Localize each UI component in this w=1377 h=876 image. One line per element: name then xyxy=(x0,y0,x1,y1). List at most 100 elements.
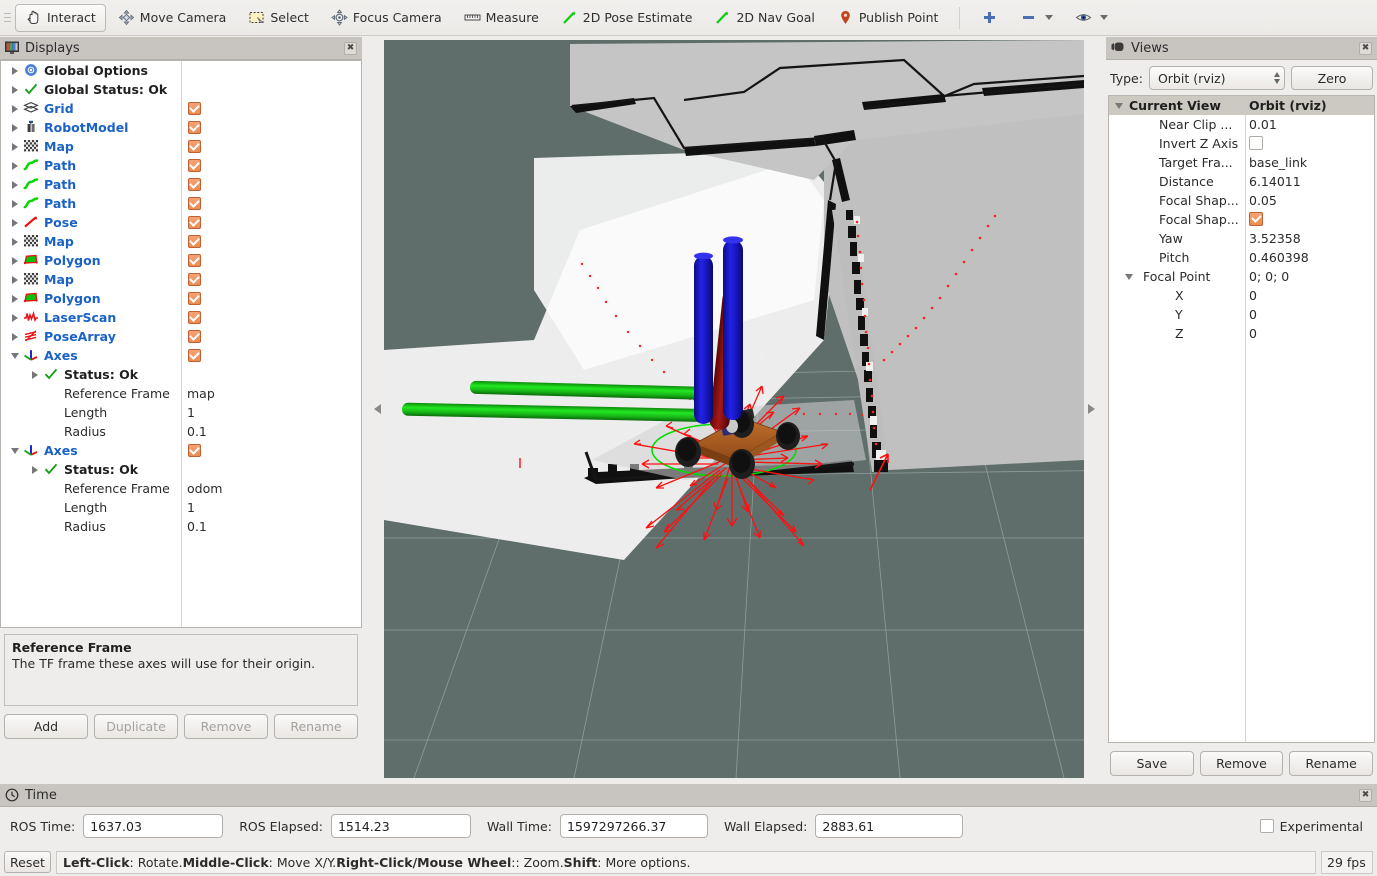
expander-icon[interactable] xyxy=(7,237,23,246)
view-property-value[interactable]: 0.460398 xyxy=(1249,250,1309,265)
view-property-row[interactable]: Focal Shap... 0.05 xyxy=(1109,191,1374,210)
expander-icon[interactable] xyxy=(7,123,23,132)
display-tree-row[interactable]: Reference Frame map xyxy=(1,384,361,403)
display-tree-row[interactable]: Status: Ok xyxy=(1,460,361,479)
expander-icon[interactable] xyxy=(7,332,23,341)
display-tree-row[interactable]: Reference Frame odom xyxy=(1,479,361,498)
display-tree-row[interactable]: Axes xyxy=(1,346,361,365)
display-tree-row[interactable]: Radius 0.1 xyxy=(1,422,361,441)
view-property-value[interactable]: 0.01 xyxy=(1249,117,1277,132)
view-property-value[interactable]: 0 xyxy=(1249,288,1257,303)
add-view-button[interactable] xyxy=(971,4,1008,32)
add-display-button[interactable]: Add xyxy=(4,714,88,739)
view-property-value[interactable]: base_link xyxy=(1249,155,1307,170)
display-tree-row-value[interactable]: 1 xyxy=(187,405,195,420)
display-enabled-checkbox[interactable] xyxy=(188,330,201,343)
display-tree-row-value[interactable]: 0.1 xyxy=(187,519,207,534)
spinner-icon[interactable] xyxy=(1274,72,1280,84)
display-enabled-checkbox[interactable] xyxy=(188,216,201,229)
view-property-row[interactable]: Distance 6.14011 xyxy=(1109,172,1374,191)
expander-icon[interactable] xyxy=(7,104,23,113)
display-tree-row[interactable]: Grid xyxy=(1,99,361,118)
display-tree-row[interactable]: RobotModel xyxy=(1,118,361,137)
chevron-down-icon[interactable] xyxy=(1100,15,1109,20)
display-tree-row[interactable]: Polygon xyxy=(1,289,361,308)
expander-icon[interactable] xyxy=(1109,102,1129,109)
display-enabled-checkbox[interactable] xyxy=(188,140,201,153)
tool-move-camera[interactable]: Move Camera xyxy=(108,4,237,32)
view-property-row[interactable]: Z0 xyxy=(1109,324,1374,343)
expander-icon[interactable] xyxy=(7,142,23,151)
display-tree-row[interactable]: Length 1 xyxy=(1,498,361,517)
expander-icon[interactable] xyxy=(27,370,43,379)
expander-icon[interactable] xyxy=(7,275,23,284)
view-property-row[interactable]: Invert Z Axis xyxy=(1109,134,1374,153)
remove-view-button[interactable]: Remove xyxy=(1199,751,1284,776)
remove-display-button[interactable]: Remove xyxy=(184,714,268,739)
experimental-checkbox[interactable] xyxy=(1259,819,1274,833)
expander-icon[interactable] xyxy=(7,161,23,170)
display-enabled-checkbox[interactable] xyxy=(188,197,201,210)
render-viewport-3d[interactable] xyxy=(384,40,1084,778)
view-property-checkbox[interactable] xyxy=(1249,136,1263,150)
wall-time-input[interactable]: 1597297266.37 xyxy=(559,814,708,838)
display-enabled-checkbox[interactable] xyxy=(188,121,201,134)
rename-display-button[interactable]: Rename xyxy=(274,714,358,739)
view-property-row[interactable]: Focal Shap... xyxy=(1109,210,1374,229)
view-property-value[interactable]: 0.05 xyxy=(1249,193,1277,208)
display-enabled-checkbox[interactable] xyxy=(188,311,201,324)
expander-icon[interactable] xyxy=(7,66,23,75)
expander-icon[interactable] xyxy=(7,180,23,189)
expander-icon[interactable] xyxy=(7,218,23,227)
right-panel-collapse-handle[interactable] xyxy=(1084,40,1098,778)
display-tree-row[interactable]: Global Options xyxy=(1,61,361,80)
ros-elapsed-input[interactable]: 1514.23 xyxy=(330,814,471,838)
display-tree-row[interactable]: LaserScan xyxy=(1,308,361,327)
close-icon[interactable]: ✖ xyxy=(344,41,357,55)
expander-icon[interactable] xyxy=(7,85,23,94)
display-tree-row[interactable]: Length 1 xyxy=(1,403,361,422)
display-tree-row[interactable]: Path xyxy=(1,194,361,213)
display-tree-row-value[interactable]: map xyxy=(187,386,215,401)
view-visibility-button[interactable] xyxy=(1065,4,1118,32)
expander-icon[interactable] xyxy=(27,465,43,474)
display-enabled-checkbox[interactable] xyxy=(188,159,201,172)
rename-view-button[interactable]: Rename xyxy=(1289,751,1374,776)
tool-publish-point[interactable]: Publish Point xyxy=(827,4,949,32)
tool-2d-nav-goal[interactable]: 2D Nav Goal xyxy=(704,4,824,32)
view-property-checkbox-checked[interactable] xyxy=(1249,212,1263,226)
close-icon[interactable]: ✖ xyxy=(1359,41,1372,55)
tool-interact[interactable]: Interact xyxy=(15,3,106,32)
display-tree-row[interactable]: Map xyxy=(1,232,361,251)
view-property-row[interactable]: Pitch 0.460398 xyxy=(1109,248,1374,267)
display-tree-row[interactable]: Axes xyxy=(1,441,361,460)
view-property-value[interactable]: 0; 0; 0 xyxy=(1249,269,1289,284)
display-enabled-checkbox[interactable] xyxy=(188,444,201,457)
expander-icon[interactable] xyxy=(7,447,23,454)
chevron-down-icon[interactable] xyxy=(1045,15,1054,20)
display-tree-row[interactable]: Pose xyxy=(1,213,361,232)
display-tree-row-value[interactable]: 1 xyxy=(187,500,195,515)
display-tree-row[interactable]: Polygon xyxy=(1,251,361,270)
display-tree-row[interactable]: Map xyxy=(1,270,361,289)
display-enabled-checkbox[interactable] xyxy=(188,235,201,248)
display-enabled-checkbox[interactable] xyxy=(188,292,201,305)
duplicate-display-button[interactable]: Duplicate xyxy=(94,714,178,739)
view-property-row[interactable]: Yaw 3.52358 xyxy=(1109,229,1374,248)
display-tree-row-value[interactable]: 0.1 xyxy=(187,424,207,439)
view-property-row[interactable]: Focal Point 0; 0; 0 xyxy=(1109,267,1374,286)
tool-2d-pose-estimate[interactable]: 2D Pose Estimate xyxy=(551,4,703,32)
display-tree-row[interactable]: Map xyxy=(1,137,361,156)
view-property-row[interactable]: Near Clip ... 0.01 xyxy=(1109,115,1374,134)
expander-icon[interactable] xyxy=(7,313,23,322)
view-property-value[interactable]: 6.14011 xyxy=(1249,174,1301,189)
reset-button[interactable]: Reset xyxy=(4,851,51,873)
views-property-tree[interactable]: Current View Orbit (rviz) Near Clip ... 0… xyxy=(1108,95,1375,743)
view-property-row[interactable]: Y0 xyxy=(1109,305,1374,324)
display-enabled-checkbox[interactable] xyxy=(188,349,201,362)
zero-button[interactable]: Zero xyxy=(1291,66,1373,90)
expander-icon[interactable] xyxy=(7,352,23,359)
display-tree-row[interactable]: PoseArray xyxy=(1,327,361,346)
display-tree-row[interactable]: Global Status: Ok xyxy=(1,80,361,99)
display-enabled-checkbox[interactable] xyxy=(188,273,201,286)
